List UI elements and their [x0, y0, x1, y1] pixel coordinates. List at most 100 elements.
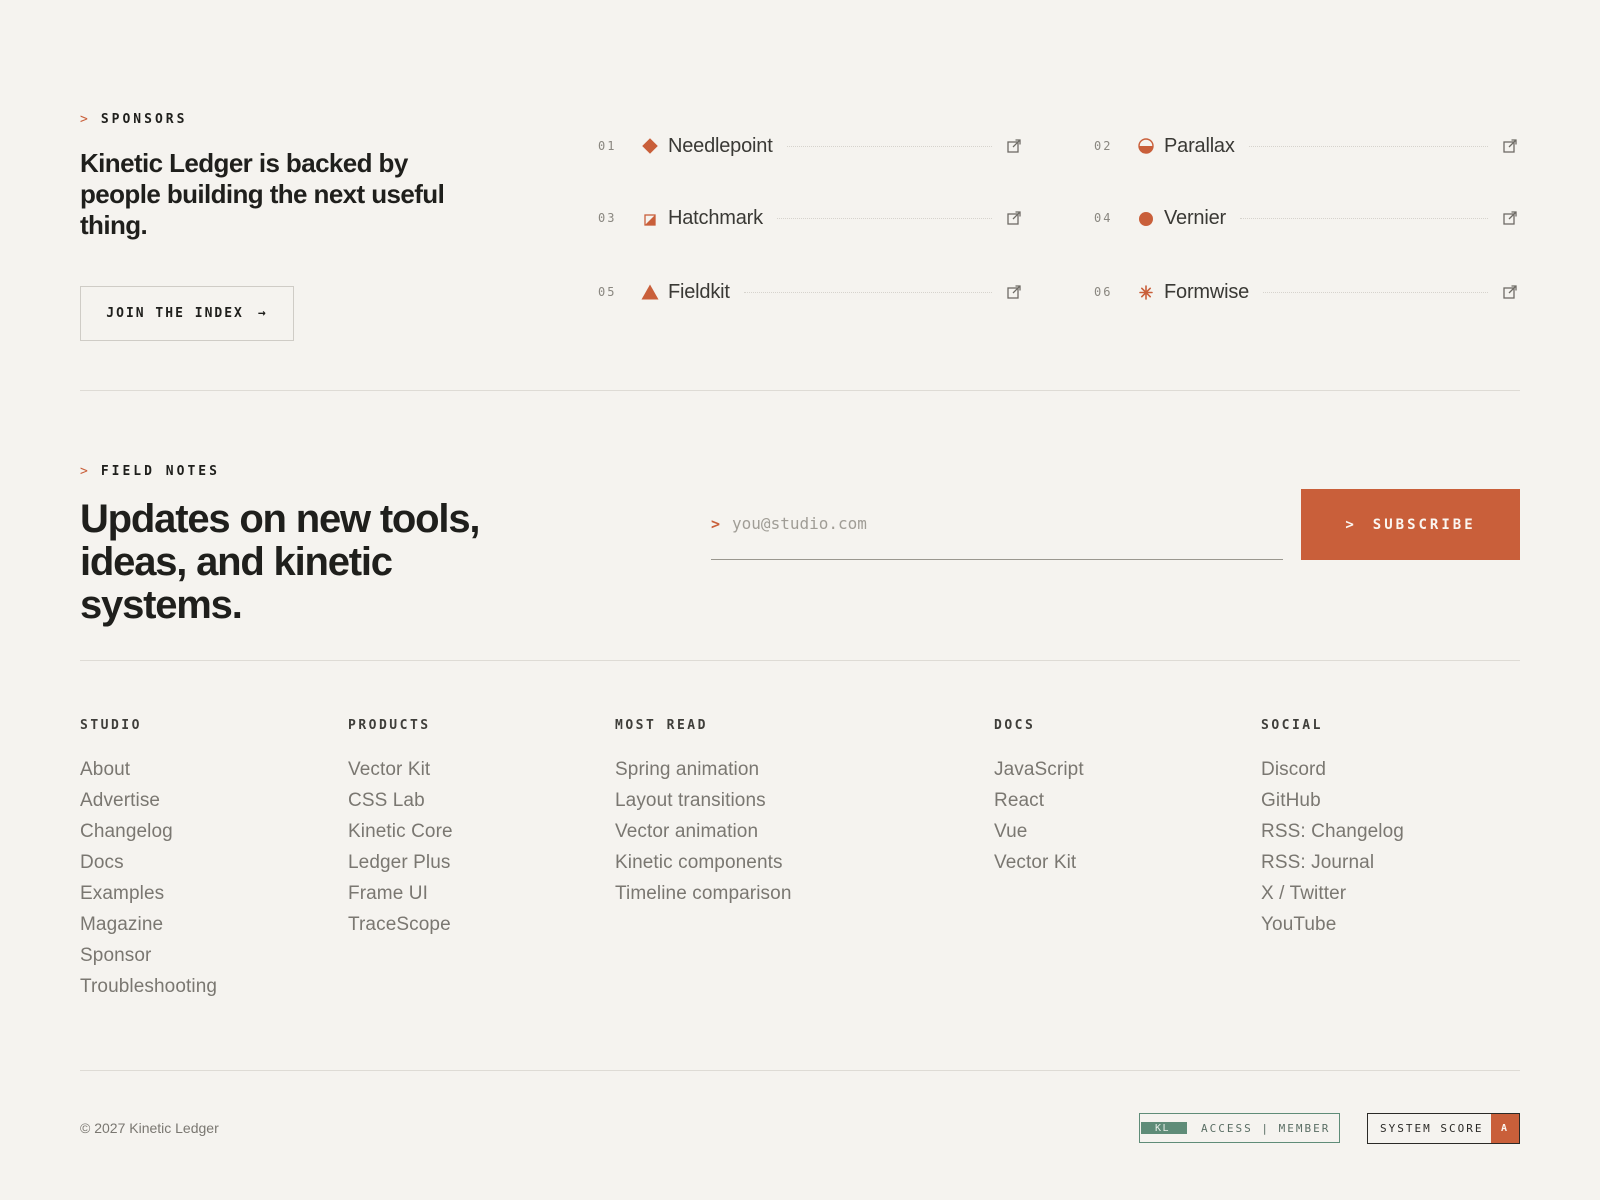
external-link-icon[interactable] [1502, 284, 1518, 300]
footer-column-social: SOCIAL Discord GitHub RSS: Changelog RSS… [1261, 718, 1404, 940]
footer-link[interactable]: GitHub [1261, 790, 1321, 811]
sponsor-number: 01 [598, 139, 617, 153]
footer-link[interactable]: JavaScript [994, 759, 1084, 780]
field-notes-label: > FIELD NOTES [80, 464, 220, 479]
footer-link[interactable]: Vector animation [615, 821, 758, 842]
footer-column-most-read: MOST READ Spring animation Layout transi… [615, 718, 791, 909]
sponsor-number: 05 [598, 285, 617, 299]
footer-link[interactable]: Kinetic Core [348, 821, 453, 842]
arrow-right-icon: → [257, 306, 268, 321]
sponsor-name: Vernier [1164, 206, 1226, 229]
system-score-grade: A [1491, 1114, 1519, 1143]
dotted-leader [1263, 291, 1488, 293]
sponsor-name: Formwise [1164, 280, 1250, 303]
footer-link[interactable]: Layout transitions [615, 790, 766, 811]
hatched-square-icon [640, 208, 660, 228]
sponsor-item-vernier[interactable]: 04 Vernier [1094, 200, 1518, 236]
sponsor-name: Parallax [1164, 134, 1235, 157]
dotted-leader [786, 145, 992, 147]
dotted-leader [1239, 217, 1488, 219]
sponsors-label: > SPONSORS [80, 112, 187, 127]
footer-link[interactable]: Changelog [80, 821, 173, 842]
sponsor-name: Hatchmark [668, 206, 763, 229]
field-notes-section: > FIELD NOTES Updates on new tools, ideas… [80, 458, 1520, 627]
label-caret: > [80, 464, 91, 479]
sponsors-label-text: SPONSORS [100, 112, 188, 127]
sponsor-item-hatchmark[interactable]: 03 Hatchmark [598, 200, 1022, 236]
footer-link[interactable]: About [80, 759, 130, 780]
subscribe-label: SUBSCRIBE [1372, 516, 1476, 533]
external-link-icon[interactable] [1006, 284, 1022, 300]
external-link-icon[interactable] [1502, 138, 1518, 154]
sponsor-item-fieldkit[interactable]: 05 Fieldkit [598, 274, 1022, 310]
footer-link[interactable]: TraceScope [348, 914, 451, 935]
sponsor-number: 04 [1094, 211, 1113, 225]
diamond-icon [640, 136, 660, 156]
footer-column-products: PRODUCTS Vector Kit CSS Lab Kinetic Core… [348, 718, 453, 940]
column-title: DOCS [994, 718, 1036, 733]
footer-column-studio: STUDIO About Advertise Changelog Docs Ex… [80, 718, 217, 1002]
external-link-icon[interactable] [1502, 210, 1518, 226]
kl-badge-tag: KL [1141, 1122, 1187, 1134]
copyright: © 2027 Kinetic Ledger [80, 1120, 219, 1136]
sponsor-name: Needlepoint [668, 134, 773, 157]
footer-link[interactable]: Frame UI [348, 883, 428, 904]
system-score-label: SYSTEM SCORE [1380, 1122, 1484, 1135]
field-notes-label-text: FIELD NOTES [100, 464, 220, 479]
sponsor-item-needlepoint[interactable]: 01 Needlepoint [598, 128, 1022, 164]
join-the-index-button[interactable]: JOIN THE INDEX → [80, 286, 294, 341]
footer-link[interactable]: Sponsor [80, 945, 151, 966]
triangle-icon [640, 282, 660, 302]
footer-link[interactable]: Timeline comparison [615, 883, 791, 904]
access-member-badge: KL ACCESS | MEMBER [1139, 1113, 1340, 1143]
footer-link[interactable]: Advertise [80, 790, 160, 811]
external-link-icon[interactable] [1006, 138, 1022, 154]
footer-link[interactable]: YouTube [1261, 914, 1336, 935]
footer-link[interactable]: RSS: Changelog [1261, 821, 1404, 842]
footer-link[interactable]: CSS Lab [348, 790, 425, 811]
email-field[interactable] [732, 514, 1283, 533]
column-title: SOCIAL [1261, 718, 1323, 733]
sponsor-name: Fieldkit [668, 280, 730, 303]
subscribe-button[interactable]: > SUBSCRIBE [1301, 489, 1520, 560]
footer-link[interactable]: Magazine [80, 914, 163, 935]
join-button-label: JOIN THE INDEX [106, 306, 244, 321]
email-field-wrapper: > [711, 488, 1283, 560]
sponsors-section: > SPONSORS Kinetic Ledger is backed by pe… [80, 110, 1520, 360]
access-badge-text: ACCESS | MEMBER [1201, 1121, 1331, 1135]
half-circle-icon [1136, 136, 1156, 156]
footer-link[interactable]: X / Twitter [1261, 883, 1346, 904]
footer-link[interactable]: Examples [80, 883, 164, 904]
footer-link[interactable]: Spring animation [615, 759, 759, 780]
section-divider [80, 390, 1520, 391]
subscribe-caret: > [1345, 516, 1357, 533]
dotted-leader [776, 217, 992, 219]
label-caret: > [80, 112, 91, 127]
circle-icon [1136, 208, 1156, 228]
sponsors-heading: Kinetic Ledger is backed by people build… [80, 148, 445, 240]
footer-link[interactable]: Vue [994, 821, 1027, 842]
dotted-leader [1248, 145, 1488, 147]
footer-link[interactable]: Troubleshooting [80, 976, 217, 997]
footer-link[interactable]: RSS: Journal [1261, 852, 1374, 873]
sponsor-item-formwise[interactable]: 06 Formwise [1094, 274, 1518, 310]
footer-column-docs: DOCS JavaScript React Vue Vector Kit [994, 718, 1084, 878]
footer-link[interactable]: Docs [80, 852, 124, 873]
section-divider [80, 660, 1520, 661]
footer-link[interactable]: Vector Kit [348, 759, 430, 780]
prompt-caret: > [711, 514, 721, 533]
footer-link[interactable]: Vector Kit [994, 852, 1076, 873]
footer-link[interactable]: React [994, 790, 1044, 811]
sponsor-number: 06 [1094, 285, 1113, 299]
footer-link[interactable]: Ledger Plus [348, 852, 451, 873]
footer-link[interactable]: Discord [1261, 759, 1326, 780]
sponsor-item-parallax[interactable]: 02 Parallax [1094, 128, 1518, 164]
column-title: STUDIO [80, 718, 142, 733]
field-notes-heading: Updates on new tools, ideas, and kinetic… [80, 497, 480, 627]
sponsor-number: 03 [598, 211, 617, 225]
footer-divider [80, 1070, 1520, 1071]
external-link-icon[interactable] [1006, 210, 1022, 226]
footer-link[interactable]: Kinetic components [615, 852, 783, 873]
asterisk-icon [1136, 282, 1156, 302]
column-title: MOST READ [615, 718, 708, 733]
